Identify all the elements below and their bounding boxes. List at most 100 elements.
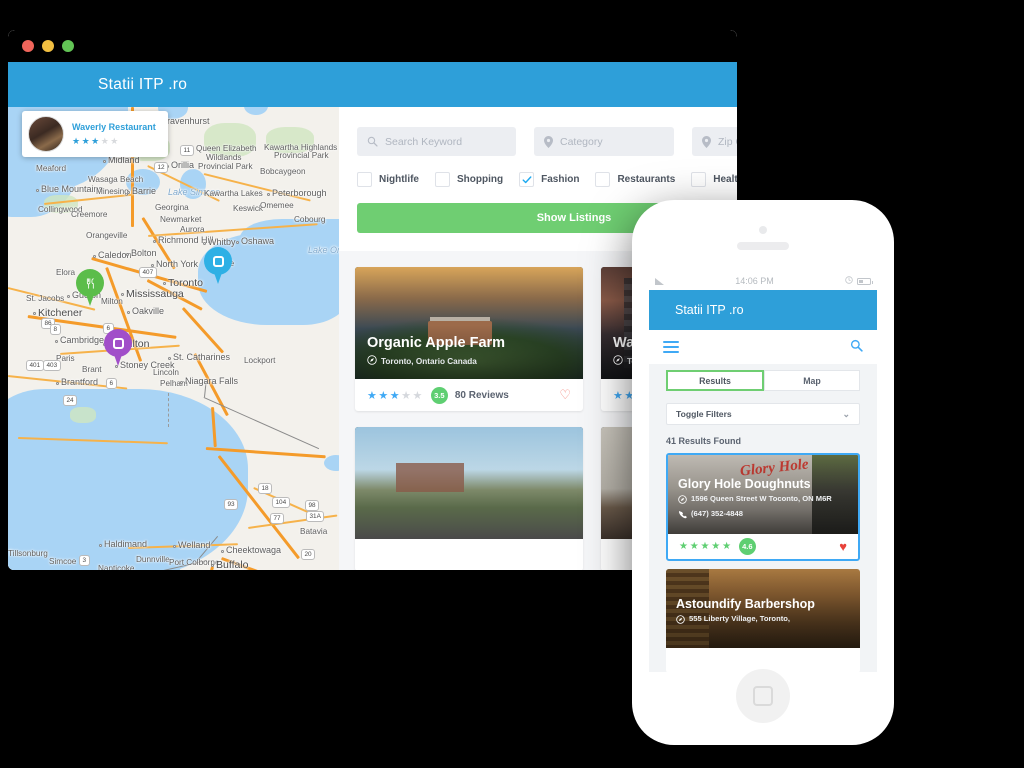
map-place-label: Keswick bbox=[233, 204, 264, 213]
tab-map[interactable]: Map bbox=[764, 370, 860, 391]
map-route-shield: 20 bbox=[301, 549, 316, 560]
map-place-label: Kawartha Lakes bbox=[204, 189, 263, 198]
map-place-label: Whitby bbox=[208, 237, 236, 247]
map-place-label: Buffalo bbox=[216, 559, 249, 570]
phone-listing-title: Glory Hole Doughnuts bbox=[678, 477, 811, 491]
tab-results[interactable]: Results bbox=[666, 370, 764, 391]
location-compass-icon bbox=[676, 615, 685, 626]
phone-listing-phone: (647) 352-4848 bbox=[678, 509, 848, 521]
map-place-label: St. Jacobs bbox=[26, 294, 65, 303]
map-place-label: Haldimand bbox=[104, 539, 148, 549]
map-pin-shop[interactable] bbox=[104, 329, 132, 367]
map-city-dot bbox=[36, 189, 39, 192]
phone-listing-image: Glory Hole Doughnuts 1596 Queen Street W… bbox=[668, 455, 858, 534]
map-city-dot bbox=[211, 564, 214, 567]
map-route-shield: 401 bbox=[26, 360, 44, 371]
search-keyword-input[interactable]: Search Keyword bbox=[357, 127, 516, 156]
map-place-label: Cheektowaga bbox=[226, 545, 282, 555]
map-place-label: Creemore bbox=[71, 210, 108, 219]
map-place-label: Dunnville bbox=[136, 555, 170, 564]
location-compass-icon bbox=[678, 495, 687, 506]
category-input[interactable]: Category bbox=[534, 127, 674, 156]
map-place-label: Minesing bbox=[96, 187, 129, 196]
status-time: 14:06 PM bbox=[735, 276, 774, 286]
phone-site-header: Statii ITP .ro bbox=[649, 290, 877, 330]
popup-text: Waverly Restaurant ★★★★★ bbox=[64, 122, 156, 147]
results-count: 41 Results Found bbox=[666, 436, 742, 446]
map-route-shield: 24 bbox=[63, 395, 78, 406]
map-city-dot bbox=[173, 545, 176, 548]
map-place-label: Simcoe bbox=[49, 557, 77, 566]
map-pin-icon bbox=[544, 135, 553, 148]
phone-listing-overlay: Glory Hole Doughnuts 1596 Queen Street W… bbox=[668, 455, 858, 534]
search-icon[interactable] bbox=[850, 339, 863, 355]
map-place-label: Batavia bbox=[300, 527, 328, 536]
location-compass-icon bbox=[613, 355, 623, 367]
filter-checkbox-shopping[interactable] bbox=[435, 172, 450, 187]
phone-listing-card[interactable]: Glory Hole Doughnuts 1596 Queen Street W… bbox=[666, 453, 860, 561]
map-place-label: North York bbox=[156, 259, 199, 269]
map-pin-shop[interactable] bbox=[204, 247, 232, 285]
map-place-label: Blue Mountains bbox=[41, 184, 104, 194]
map-place-label: Tillsonburg bbox=[8, 549, 48, 558]
status-right-icons bbox=[845, 276, 873, 286]
listing-card[interactable]: Organic Apple Farm Toronto, Ontario Cana… bbox=[355, 267, 583, 411]
map-city-dot bbox=[127, 311, 130, 314]
filter-checkbox-nightlife[interactable] bbox=[357, 172, 372, 187]
home-button[interactable] bbox=[736, 669, 790, 723]
filter-label: Health & Med bbox=[713, 174, 737, 185]
toggle-filters-label: Toggle Filters bbox=[676, 409, 732, 419]
phone-listing-phone-text[interactable]: (647) 352-4848 bbox=[691, 509, 743, 518]
category-checkbox-row: Nightlife Shopping Fashion Restaurants Healt… bbox=[357, 172, 737, 187]
map-place-label: Lake Ontario bbox=[308, 245, 339, 255]
signal-icon bbox=[655, 277, 664, 285]
map-place-label: Orillia bbox=[171, 160, 195, 170]
filter-label: Fashion bbox=[541, 174, 580, 185]
filter-checkbox-health-med[interactable] bbox=[691, 172, 707, 187]
rating-badge: 3.5 bbox=[430, 386, 448, 404]
map-route-shield: 3 bbox=[79, 555, 90, 566]
listing-card-footer: ★★★★★ 3.5 80 Reviews ♡ bbox=[355, 379, 583, 411]
favorite-heart-icon[interactable]: ♥ bbox=[839, 539, 847, 554]
maximize-window-button[interactable] bbox=[62, 40, 74, 52]
map-route-shield: 8 bbox=[50, 324, 61, 335]
zipcode-input[interactable]: Zip C bbox=[692, 127, 737, 156]
map-pin-restaurant[interactable] bbox=[76, 269, 104, 307]
listing-card-image bbox=[355, 427, 583, 539]
listing-card[interactable] bbox=[355, 427, 583, 570]
minimize-window-button[interactable] bbox=[42, 40, 54, 52]
map-route-shield: 11 bbox=[180, 145, 194, 156]
phone-listing-card[interactable]: Astoundify Barbershop 555 Liberty Villag… bbox=[666, 569, 860, 672]
mobile-phone-mockup: 14:06 PM Statii ITP .ro Results Map Togg… bbox=[632, 200, 894, 745]
listing-address-text: Toronto, Ontario Canada bbox=[381, 356, 477, 366]
map-panel[interactable]: Gravenhurst Queen Elizabeth Wildlands Provi… bbox=[8, 107, 339, 570]
front-camera bbox=[759, 226, 767, 234]
map-route-shield: 6 bbox=[106, 378, 117, 389]
map-city-dot bbox=[55, 340, 58, 343]
filter-checkbox-restaurants[interactable] bbox=[595, 172, 611, 187]
search-fields-row: Search Keyword Category Zip bbox=[357, 127, 737, 156]
favorite-heart-icon[interactable]: ♡ bbox=[559, 387, 571, 403]
map-place-label: Newmarket bbox=[160, 215, 202, 224]
popup-title[interactable]: Waverly Restaurant bbox=[72, 122, 156, 132]
phone-listing-title: Astoundify Barbershop bbox=[676, 597, 815, 611]
phone-view-tabs: Results Map bbox=[649, 364, 877, 391]
filter-checkbox-fashion[interactable] bbox=[519, 172, 535, 187]
phone-handset-icon bbox=[678, 510, 687, 521]
map-city-dot bbox=[93, 255, 96, 258]
zipcode-placeholder: Zip C bbox=[718, 135, 737, 148]
screenshot-stage: Statii ITP .ro Gravenhurst Queen Elizabe… bbox=[0, 0, 1024, 768]
chevron-down-icon: ⌄ bbox=[842, 408, 850, 419]
close-window-button[interactable] bbox=[22, 40, 34, 52]
hamburger-icon[interactable] bbox=[663, 341, 679, 353]
map-city-dot bbox=[180, 381, 183, 384]
map-pin-tail bbox=[212, 267, 224, 284]
listing-address: Toronto, Ontario Canada bbox=[367, 355, 571, 367]
map-place-label: St. Catharines bbox=[173, 352, 231, 362]
map-info-popup[interactable]: Waverly Restaurant ★★★★★ bbox=[22, 111, 168, 157]
toggle-filters-dropdown[interactable]: Toggle Filters ⌄ bbox=[666, 403, 860, 425]
map-place-label: Meaford bbox=[36, 164, 67, 173]
map-route-shield: 407 bbox=[139, 267, 157, 278]
map-place-label: Pelham bbox=[160, 379, 188, 388]
map-city-dot bbox=[203, 242, 206, 245]
